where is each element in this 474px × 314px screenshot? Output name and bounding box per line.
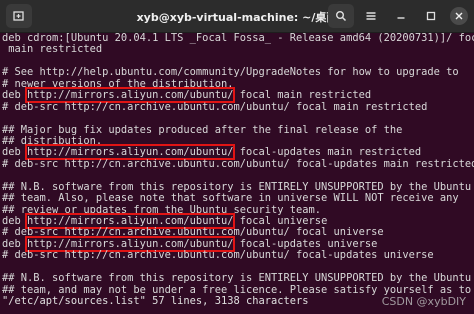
title-bar: xyb@xyb-virtual-machine: ~/桌面 xyxy=(0,0,474,33)
line-text: focal main restricted xyxy=(233,89,372,102)
line-text: # newer versions of the distribution. xyxy=(2,77,234,90)
line-text: deb cdrom:[Ubuntu 20.04.1 LTS _Focal Fos… xyxy=(2,33,474,44)
line-text: ## N.B. software from this repository is… xyxy=(2,180,472,193)
search-icon xyxy=(336,11,347,22)
maximize-button[interactable] xyxy=(418,4,444,28)
line-text: # deb-src http://cn.archive.ubuntu.com/u… xyxy=(2,249,434,262)
menu-button[interactable] xyxy=(358,4,384,28)
line-text: focal-updates main restricted xyxy=(233,146,422,159)
line-prefix: deb xyxy=(2,237,28,250)
new-tab-button[interactable] xyxy=(6,4,32,28)
minimize-button[interactable] xyxy=(388,4,414,28)
maximize-icon xyxy=(426,11,436,21)
line-text: # deb-src http://cn.archive.ubuntu.com/u… xyxy=(2,157,474,170)
line-text: ## N.B. software from this repository is… xyxy=(2,272,472,285)
line-prefix: deb xyxy=(2,89,28,102)
line-text: ## team, and may not be under a free lic… xyxy=(2,283,472,296)
hamburger-menu-icon xyxy=(366,12,376,20)
search-button[interactable] xyxy=(328,4,354,28)
line-prefix: deb xyxy=(2,146,28,159)
watermark: CSDN @xybDIY xyxy=(381,295,466,308)
minimize-icon xyxy=(397,17,405,19)
close-icon xyxy=(455,12,463,20)
terminal-line: main restricted xyxy=(2,44,472,55)
highlighted-mirror-url: http://mirrors.aliyun.com/ubuntu/ xyxy=(25,235,236,252)
terminal-window: xyb@xyb-virtual-machine: ~/桌面 deb cdrom:… xyxy=(0,0,474,314)
highlighted-mirror-url: http://mirrors.aliyun.com/ubuntu/ xyxy=(25,144,236,161)
line-text: focal-updates universe xyxy=(233,237,378,250)
line-text: main restricted xyxy=(2,43,103,56)
line-prefix: deb xyxy=(2,215,28,227)
status-text: "/etc/apt/sources.list" 57 lines, 3138 c… xyxy=(2,295,309,308)
highlighted-mirror-url: http://mirrors.aliyun.com/ubuntu/ xyxy=(25,87,236,104)
new-tab-icon xyxy=(13,11,24,21)
highlighted-mirror-url: http://mirrors.aliyun.com/ubuntu/ xyxy=(25,213,236,229)
line-text: # deb-src http://cn.archive.ubuntu.com/u… xyxy=(2,226,384,239)
terminal-line: # deb-src http://cn.archive.ubuntu.com/u… xyxy=(2,157,474,170)
line-text: ## Major bug fix updates produced after … xyxy=(2,123,403,136)
terminal-output[interactable]: deb cdrom:[Ubuntu 20.04.1 LTS _Focal Fos… xyxy=(0,33,474,314)
line-text: # See http://help.ubuntu.com/community/U… xyxy=(2,66,459,79)
terminal-line: # deb-src http://cn.archive.ubuntu.com/u… xyxy=(2,100,472,113)
line-text: ## team. Also, please note that software… xyxy=(2,192,459,205)
line-text: ## review or updates from the Ubuntu sec… xyxy=(2,203,322,216)
line-text: # deb-src http://cn.archive.ubuntu.com/u… xyxy=(2,100,428,113)
line-text: focal universe xyxy=(233,215,328,227)
terminal-line: # deb-src http://cn.archive.ubuntu.com/u… xyxy=(2,250,472,261)
close-button[interactable] xyxy=(448,4,470,28)
